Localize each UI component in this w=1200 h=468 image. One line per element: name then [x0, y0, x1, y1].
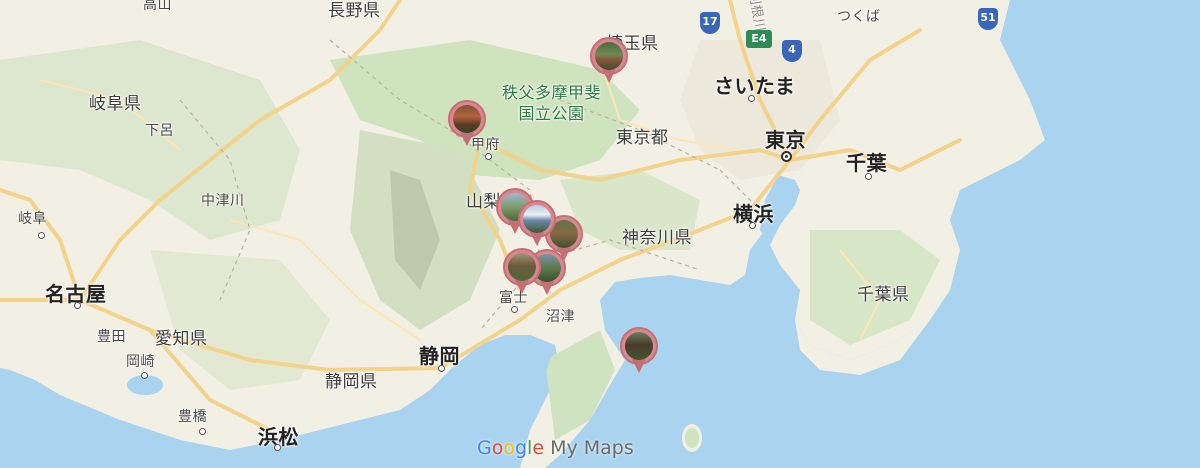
hamamatsu-city-dot [274, 444, 281, 451]
label-kanagawa-pref: 神奈川県 [622, 228, 692, 248]
road-shield-e4: E4 [746, 30, 772, 48]
chiba-city-dot [865, 173, 872, 180]
road-shield-4: 4 [782, 40, 802, 62]
pin-izu[interactable] [617, 327, 663, 385]
photo-thumbnail-icon [625, 332, 653, 360]
saitama-city-dot [748, 95, 755, 102]
pin-kofu[interactable] [445, 100, 491, 158]
toyohashi-city-dot [199, 428, 206, 435]
label-okazaki: 岡崎 [126, 354, 155, 370]
label-tokyo: 東京 [765, 128, 806, 152]
road-shield-51: 51 [978, 8, 998, 30]
label-toyota: 豊田 [97, 329, 126, 345]
pin-saitama[interactable] [587, 37, 633, 95]
label-tsukuba: つくば [837, 9, 881, 25]
label-numazu: 沼津 [546, 309, 575, 325]
gifu-city-dot [38, 232, 45, 239]
photo-thumbnail-icon [508, 253, 536, 281]
tokyo-capital-dot [781, 151, 792, 162]
okazaki-city-dot [141, 372, 148, 379]
label-saitama: さいたま [714, 74, 796, 98]
label-tokyo-to: 東京都 [616, 128, 669, 148]
label-shizuoka-pref: 静岡県 [325, 372, 378, 392]
label-gifu-pref: 岐阜県 [89, 94, 142, 114]
label-toyohashi: 豊橋 [178, 409, 207, 425]
road-shield-17: 17 [700, 12, 720, 34]
label-nakatsugawa: 中津川 [201, 193, 245, 209]
nagoya-city-dot [74, 302, 81, 309]
label-chiba: 千葉 [846, 151, 887, 175]
photo-thumbnail-icon [595, 42, 623, 70]
label-nagano-pref: 長野県 [328, 1, 381, 21]
pin-fuji-1[interactable] [500, 248, 546, 306]
google-wordmark: Google [477, 437, 545, 459]
label-gifu: 岐阜 [18, 211, 47, 227]
google-my-maps-logo: Google My Maps [477, 437, 634, 459]
photo-thumbnail-icon [453, 105, 481, 133]
label-gero: 下呂 [145, 123, 174, 139]
label-takayama: 高山 [143, 0, 172, 13]
map-canvas[interactable]: 高山 長野県 岐阜県 下呂 中津川 岐阜 名古屋 豊田 愛知県 岡崎 豊橋 浜松… [0, 0, 1200, 468]
yokohama-city-dot [749, 222, 756, 229]
shizuoka-city-dot [438, 365, 445, 372]
photo-thumbnail-icon [523, 205, 551, 233]
label-chiba-pref: 千葉県 [857, 285, 910, 305]
fuji-city-dot [511, 306, 518, 313]
my-maps-wordmark: My Maps [544, 437, 634, 459]
label-aichi-pref: 愛知県 [155, 329, 208, 349]
